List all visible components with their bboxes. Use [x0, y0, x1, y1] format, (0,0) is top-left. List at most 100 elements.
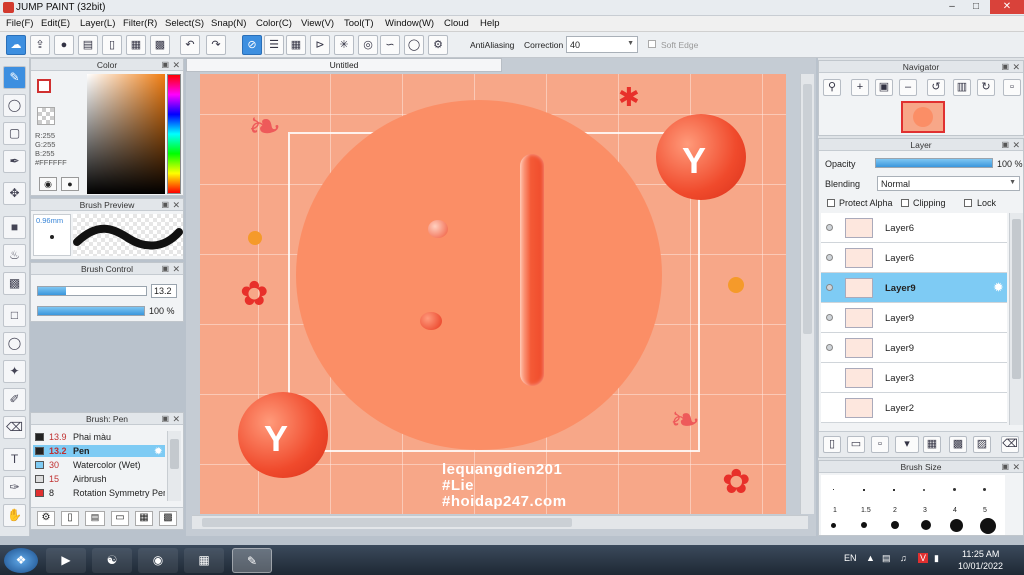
maximize-button[interactable]: □ [964, 0, 988, 14]
dock-icon[interactable]: ▣ [161, 199, 169, 211]
close-icon[interactable]: ✕ [172, 263, 180, 275]
close-icon[interactable]: ✕ [172, 199, 180, 211]
snap-circle-icon[interactable]: ◎ [358, 35, 378, 55]
dock-icon[interactable]: ▣ [1001, 461, 1009, 473]
volume-icon[interactable]: ♫ [900, 553, 907, 563]
flip-icon[interactable]: ▥ [953, 79, 971, 96]
size-dot[interactable] [833, 489, 834, 490]
zoom-out-icon[interactable]: – [899, 79, 917, 96]
grid-layout-icon[interactable]: ▩ [150, 35, 170, 55]
note-icon[interactable]: ▤ [78, 35, 98, 55]
visibility-icon[interactable] [826, 314, 833, 321]
document-tab[interactable]: Untitled [186, 58, 502, 72]
cloud-save-icon[interactable]: ☁ [6, 35, 26, 55]
snap-settings-icon[interactable]: ⚙ [428, 35, 448, 55]
transparent-color-swatch[interactable] [37, 107, 55, 125]
eraser-icon[interactable]: ◯ [3, 94, 26, 117]
eyedropper-icon[interactable]: ✑ [3, 476, 26, 499]
brush-item[interactable]: 13.9 Phai màu [33, 431, 165, 443]
snap-curve-icon[interactable]: ∽ [380, 35, 400, 55]
visibility-icon[interactable] [826, 284, 833, 291]
menu-help[interactable]: Help [480, 18, 500, 29]
close-window-button[interactable]: ✕ [990, 0, 1024, 14]
layer-row[interactable]: Layer3 [821, 363, 1007, 393]
reset-icon[interactable]: ▫ [1003, 79, 1021, 96]
text-icon[interactable]: T [3, 448, 26, 471]
select-eraser-icon[interactable]: ⌫ [3, 416, 26, 439]
close-icon[interactable]: ✕ [1012, 139, 1020, 151]
protect-alpha-checkbox[interactable] [827, 199, 835, 207]
scroll-thumb[interactable] [202, 518, 572, 527]
magic-wand-icon[interactable]: ✦ [3, 360, 26, 383]
layer-row[interactable]: Layer6 [821, 213, 1007, 243]
trash-icon[interactable]: ⌫ [1001, 436, 1019, 453]
blending-select[interactable]: Normal ▼ [877, 176, 1020, 191]
visibility-icon[interactable] [826, 344, 833, 351]
new-layer-copy-icon[interactable]: ▭ [847, 436, 865, 453]
fill-icon[interactable]: ♨ [3, 244, 26, 267]
start-button[interactable]: ❖ [4, 548, 38, 573]
hue-slider[interactable] [167, 74, 181, 194]
minimize-button[interactable]: – [940, 0, 964, 14]
page-icon[interactable]: ▯ [102, 35, 122, 55]
dock-icon[interactable]: ▣ [1001, 139, 1009, 151]
soft-edge-checkbox[interactable] [648, 40, 656, 48]
menu-snap[interactable]: Snap(N) [211, 18, 246, 29]
zoom-in-icon[interactable]: + [851, 79, 869, 96]
snap-ellipse-icon[interactable]: ◯ [404, 35, 424, 55]
scroll-thumb[interactable] [803, 84, 812, 334]
dock-icon[interactable]: ▣ [161, 413, 169, 425]
canvas-vscrollbar[interactable] [800, 74, 814, 514]
saturation-value-picker[interactable] [87, 74, 165, 194]
new-brush-icon[interactable]: ▯ [61, 511, 79, 526]
zoom-icon[interactable]: ⚲ [823, 79, 841, 96]
layer-opacity-slider[interactable] [875, 158, 993, 168]
dock-icon[interactable]: ▣ [161, 59, 169, 71]
snap-parallel-icon[interactable]: ☰ [264, 35, 284, 55]
undo-icon[interactable]: ↶ [180, 35, 200, 55]
close-icon[interactable]: ✕ [172, 413, 180, 425]
gradient-icon[interactable]: ▩ [3, 272, 26, 295]
size-dot[interactable] [980, 518, 996, 534]
chrome-icon[interactable]: ◉ [138, 548, 178, 573]
unikey-icon[interactable]: V [918, 553, 929, 563]
network-icon[interactable]: ▤ [882, 553, 891, 564]
lasso-icon[interactable]: ◯ [3, 332, 26, 355]
brush-size-slider[interactable] [37, 286, 147, 296]
size-dot[interactable] [831, 523, 836, 528]
clipping-checkbox[interactable] [901, 199, 909, 207]
layer-row[interactable]: Layer9 [821, 333, 1007, 363]
menu-file[interactable]: File(F) [6, 18, 33, 29]
pen-tool-icon[interactable]: ✒ [3, 150, 26, 173]
menu-cloud[interactable]: Cloud [444, 18, 469, 29]
folder-icon[interactable]: ▦ [184, 548, 224, 573]
network-bars-icon[interactable]: ▮ [934, 553, 939, 564]
drawing-canvas[interactable]: Y Y ✱ ✿ ✿ ❧ ❧ lequangdien201 #Lie #hoida… [200, 74, 786, 514]
brush-item[interactable]: 30 Watercolor (Wet) [33, 459, 165, 471]
folder-icon[interactable]: ▦ [135, 511, 153, 526]
canvas-hscrollbar[interactable] [192, 515, 808, 529]
brush-item[interactable]: 8 Rotation Symmetry Pen [33, 487, 165, 499]
size-dot[interactable] [891, 521, 899, 529]
menu-tool[interactable]: Tool(T) [344, 18, 374, 29]
brush-settings-icon[interactable]: ⚙ [37, 511, 55, 526]
layer-settings-gear-icon[interactable]: ✹ [994, 281, 1003, 294]
size-dot[interactable] [921, 520, 931, 530]
merge-icon[interactable]: ▩ [949, 436, 967, 453]
brush-opacity-slider[interactable] [37, 306, 145, 316]
layer-row[interactable]: Layer6 [821, 243, 1007, 273]
clock-time[interactable]: 11:25 AM [962, 549, 999, 559]
color-settings-icon[interactable]: ● [61, 177, 79, 191]
new-vector-layer-icon[interactable]: ▫ [871, 436, 889, 453]
close-icon[interactable]: ✕ [1012, 461, 1020, 473]
close-icon[interactable]: ✕ [172, 59, 180, 71]
palette-icon[interactable]: ◉ [39, 177, 57, 191]
scroll-thumb[interactable] [170, 439, 179, 469]
menu-view[interactable]: View(V) [301, 18, 334, 29]
copy-brush-icon[interactable]: ▭ [111, 511, 129, 526]
dock-icon[interactable]: ▣ [161, 263, 169, 275]
brush-item[interactable]: 15 Airbrush [33, 473, 165, 485]
brush-size-field[interactable]: 13.2 [151, 284, 177, 298]
folder-icon[interactable]: ▦ [923, 436, 941, 453]
correction-select[interactable]: 40 ▼ [566, 36, 638, 53]
